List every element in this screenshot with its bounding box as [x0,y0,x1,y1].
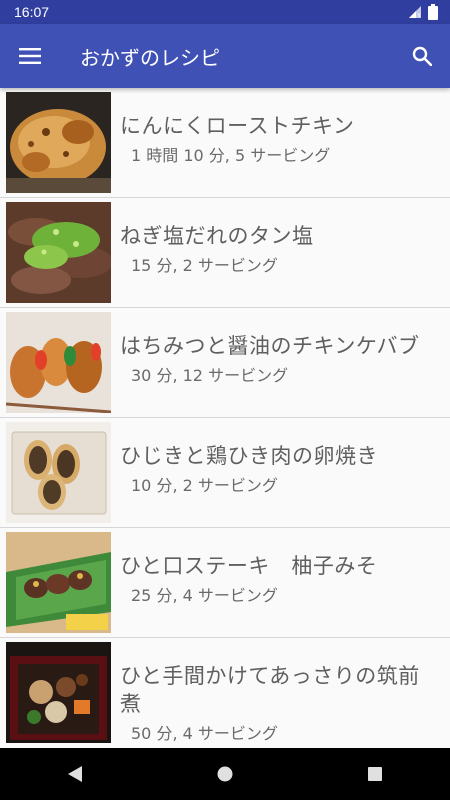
battery-icon [428,4,438,20]
recipe-name: ひと口ステーキ 柚子みそ [120,554,378,578]
app-bar: おかずのレシピ [0,24,450,88]
recipe-name: ねぎ塩だれのタン塩 [120,224,314,248]
recipe-list[interactable]: にんにくローストチキン 1 時間 10 分, 5 サービング ねぎ塩だれのタン塩… [0,88,450,748]
home-button[interactable] [195,748,255,800]
svg-text:x: x [418,13,421,19]
recipe-name: ひじきと鶏ひき肉の卵焼き [120,444,378,468]
back-icon [68,766,82,782]
recipe-name: にんにくローストチキン [120,114,355,138]
menu-button[interactable] [0,24,60,88]
roast-chicken-photo [6,92,111,193]
home-icon [217,766,233,782]
recipe-meta: 15 分, 2 サービング [131,256,278,275]
recipe-list-item[interactable]: にんにくローストチキン 1 時間 10 分, 5 サービング [0,88,450,198]
rolled-omelet-photo [6,422,111,523]
hamburger-menu-icon [19,48,41,64]
chikuzenni-photo [6,642,111,743]
recipe-meta: 25 分, 4 サービング [131,586,278,605]
recipe-meta: 1 時間 10 分, 5 サービング [131,146,331,165]
status-icons: x [408,4,438,20]
search-icon [412,46,432,66]
recipe-name: ひと手間かけてあっさりの筑前煮 [120,664,420,716]
chicken-kebab-photo [6,312,111,413]
navigation-bar [0,748,450,800]
status-bar: 16:07 x [0,0,450,24]
recipe-meta: 50 分, 4 サービング [131,724,278,743]
status-time: 16:07 [14,4,50,20]
recents-button[interactable] [345,748,405,800]
signal-icon: x [409,6,421,19]
recipe-list-item[interactable]: ひと口ステーキ 柚子みそ 25 分, 4 サービング [0,528,450,638]
search-button[interactable] [394,24,450,88]
recents-icon [368,767,382,781]
recipe-meta: 30 分, 12 サービング [131,366,289,385]
recipe-meta: 10 分, 2 サービング [131,476,278,495]
back-button[interactable] [45,748,105,800]
tongue-green-onion-photo [6,202,111,303]
bite-steak-photo [6,532,111,633]
recipe-list-item[interactable]: ひじきと鶏ひき肉の卵焼き 10 分, 2 サービング [0,418,450,528]
recipe-name: はちみつと醤油のチキンケバブ [120,334,420,358]
recipe-list-item[interactable]: はちみつと醤油のチキンケバブ 30 分, 12 サービング [0,308,450,418]
recipe-list-item[interactable]: ねぎ塩だれのタン塩 15 分, 2 サービング [0,198,450,308]
recipe-list-item[interactable]: ひと手間かけてあっさりの筑前煮 50 分, 4 サービング [0,638,450,748]
page-title: おかずのレシピ [80,45,220,70]
